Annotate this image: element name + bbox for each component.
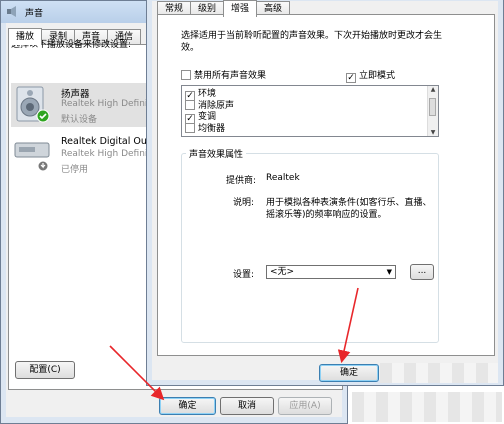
arrow-icon [109,345,165,401]
tab-playback[interactable]: 播放 [8,28,43,45]
arrow-icon [337,287,359,364]
tab-enhancements[interactable]: 增强 [223,0,258,17]
annotation-layer [109,287,359,401]
